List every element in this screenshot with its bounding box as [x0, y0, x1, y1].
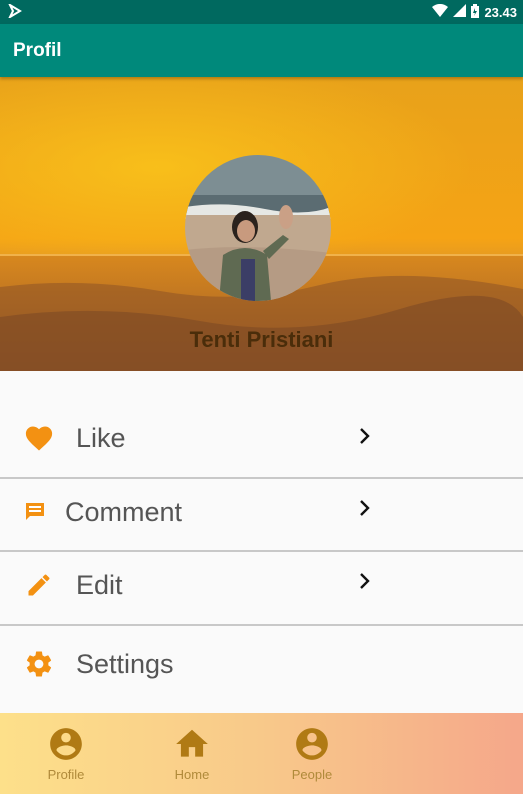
battery-icon	[471, 3, 480, 21]
bottom-navigation: Profile Home People	[0, 713, 523, 794]
menu-item-like[interactable]: Like	[0, 407, 523, 469]
nav-item-label: Profile	[47, 767, 85, 782]
menu-item-label: Edit	[76, 570, 123, 600]
comment-icon	[24, 501, 46, 523]
profile-photo	[185, 155, 331, 301]
wifi-icon	[432, 3, 449, 20]
gear-icon	[24, 649, 54, 679]
status-bar: 23.43	[0, 0, 523, 24]
divider	[0, 624, 523, 626]
pencil-icon	[25, 571, 53, 599]
nav-item-label: Home	[174, 767, 210, 782]
profile-name: Tenti Pristiani	[189, 327, 334, 352]
chevron-right-icon	[358, 499, 372, 522]
profile-header: Tenti Pristiani	[0, 77, 523, 371]
menu-item-settings[interactable]: Settings	[0, 633, 523, 695]
avatar[interactable]	[185, 155, 331, 301]
divider	[0, 550, 523, 552]
chevron-right-icon	[358, 572, 372, 595]
menu-item-label: Comment	[65, 497, 183, 527]
nav-item-people[interactable]: People	[272, 725, 352, 782]
page-title: Profil	[13, 39, 62, 61]
app-bar: Profil	[0, 24, 523, 77]
menu-item-label: Settings	[76, 649, 174, 679]
menu-item-comment[interactable]: Comment	[0, 481, 523, 543]
notification-icon	[7, 1, 22, 21]
menu-item-label: Like	[76, 423, 126, 453]
account-circle-icon	[272, 725, 352, 763]
nav-item-home[interactable]: Home	[152, 725, 232, 782]
heart-icon	[24, 424, 54, 452]
chevron-right-icon	[358, 427, 372, 450]
status-time: 23.43	[484, 4, 517, 20]
nav-item-profile[interactable]: Profile	[26, 725, 106, 782]
menu-item-edit[interactable]: Edit	[0, 554, 523, 616]
divider	[0, 477, 523, 479]
signal-icon	[453, 4, 467, 20]
nav-item-label: People	[291, 767, 333, 782]
account-circle-icon	[26, 725, 106, 763]
home-icon	[152, 725, 232, 763]
